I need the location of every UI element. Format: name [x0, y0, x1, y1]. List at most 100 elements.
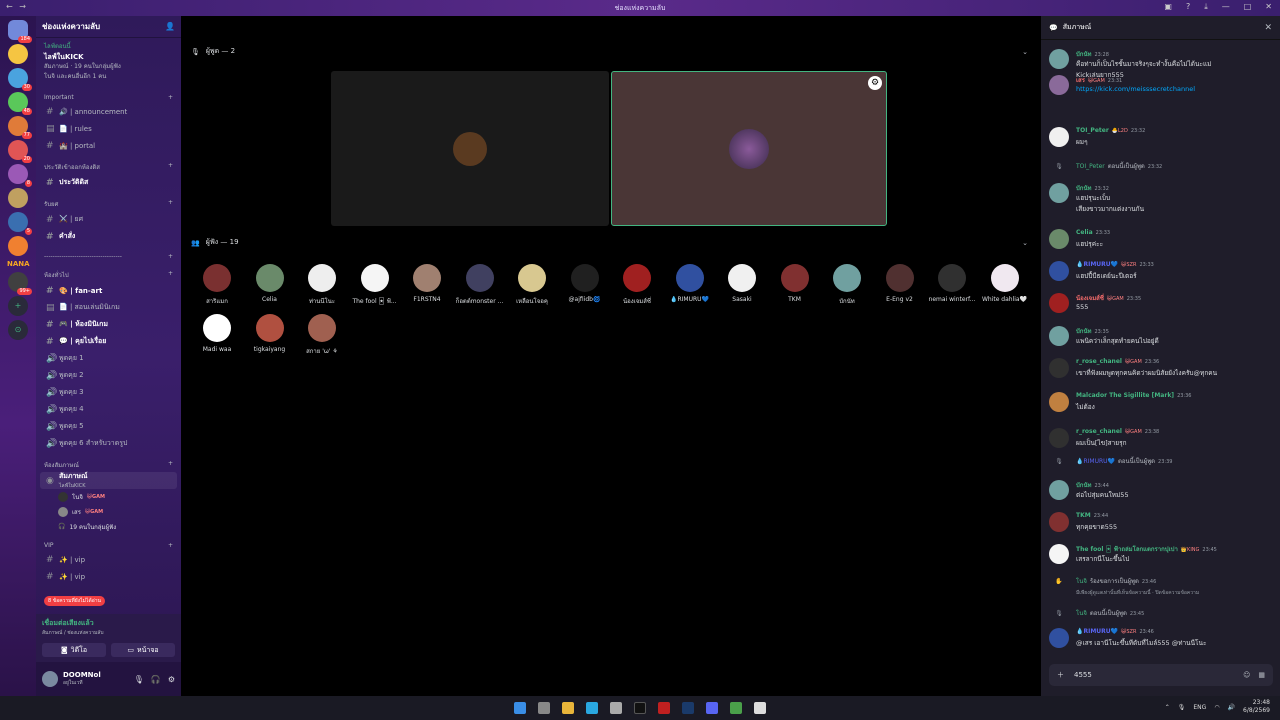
audience-member[interactable]: น้องเจมส์ซี่ [611, 264, 663, 306]
channel-item[interactable]: 🔊 พูดคุย 4 [36, 401, 181, 418]
plus-icon[interactable]: + [168, 94, 173, 101]
avatar[interactable] [1049, 261, 1069, 281]
author-name[interactable]: The fool 🃏 ฟ้าถล่มโลกแตกรากปุเปา [1076, 546, 1178, 553]
gear-icon[interactable]: ⚙ [868, 76, 882, 90]
screen-share-button[interactable]: ▭ หน้าจอ [111, 643, 175, 657]
unread-pill[interactable]: 8 ข้อความที่ยังไม่ได้อ่าน [44, 596, 105, 606]
audience-member[interactable]: บักนัท [821, 264, 873, 306]
avatar[interactable] [1049, 512, 1069, 532]
chevron-down-icon[interactable]: ⌄ [1022, 48, 1028, 56]
server-icon[interactable] [8, 44, 28, 64]
apps-icon[interactable]: ▦ [1258, 671, 1265, 679]
audience-member[interactable]: The fool 🃏 ฟ้... [349, 264, 401, 306]
server-icon[interactable]: 77 [8, 116, 32, 139]
tiktok-icon[interactable] [634, 702, 646, 714]
channel-item[interactable]: 🔊 พูดคุย 3 [36, 384, 181, 401]
search-icon[interactable] [538, 702, 550, 714]
help-icon[interactable]: ? [1186, 2, 1190, 12]
category-header[interactable]: Important + [36, 86, 181, 103]
server-icon[interactable]: 184 [8, 20, 32, 43]
plus-icon[interactable]: + [168, 253, 173, 260]
author-name[interactable]: น้องเจมส์ซี่ [1076, 295, 1104, 302]
mic-icon[interactable]: 🎙 [1178, 704, 1186, 711]
category-vip[interactable]: VIP + [36, 534, 181, 551]
volume-icon[interactable]: 🔊 [1228, 704, 1235, 711]
clock[interactable]: 23:48 6/8/2569 [1243, 699, 1270, 715]
inbox-icon[interactable]: ▣ [1164, 2, 1172, 12]
maximize-icon[interactable]: □ [1244, 2, 1252, 12]
mic-icon[interactable]: 🎙 [134, 675, 144, 684]
channel-item[interactable]: # ✨ | vip [36, 551, 181, 568]
channel-item[interactable]: 🔊 พูดคุย 6 สำหรับวาดรูป [36, 435, 181, 452]
author-name[interactable]: บักนัท [1076, 51, 1092, 58]
author-name[interactable]: r_rose_chanel [1076, 358, 1122, 365]
audience-member[interactable]: White dahlia🤍 [979, 264, 1031, 303]
author-name[interactable]: บักนัท [1076, 482, 1092, 489]
add-member-icon[interactable]: 👤 [165, 22, 175, 31]
audience-member[interactable]: nemai winterf... [926, 264, 978, 303]
audience-member[interactable]: Sasaki [716, 264, 768, 303]
chat-input[interactable]: ＋ 4555 ☺ ▦ [1049, 664, 1273, 686]
close-icon[interactable]: ✕ [1264, 23, 1272, 33]
author-name[interactable]: 💧RIMURU💙 [1076, 628, 1118, 635]
author-name[interactable]: TOI_Peter [1076, 127, 1109, 134]
plus-icon[interactable]: + [168, 270, 173, 280]
discord-icon[interactable] [706, 702, 718, 714]
category-header[interactable]: ประวัติเข้าออกห้องดิส + [36, 154, 181, 174]
author-name[interactable]: โนจิ [1076, 578, 1087, 585]
avatar[interactable] [42, 671, 58, 687]
listeners-line[interactable]: 🎧 19 คนในกลุ่มผู้ฟัง [36, 519, 181, 534]
lang-indicator[interactable]: ENG [1193, 704, 1206, 711]
channel-item[interactable]: # ⚔️ | ยศ [36, 211, 181, 228]
add-server-icon[interactable]: + [8, 296, 28, 316]
app-icon[interactable] [658, 702, 670, 714]
server-icon[interactable]: 8 [8, 164, 32, 187]
audience-member[interactable]: Celia [244, 264, 296, 303]
author-name[interactable]: Celia [1076, 229, 1093, 236]
server-icon[interactable] [8, 236, 28, 256]
avatar[interactable] [1049, 183, 1069, 203]
emoji-icon[interactable]: ☺ [1243, 671, 1250, 679]
photoshop-icon[interactable] [682, 702, 694, 714]
audience-member[interactable]: 💧RIMURU💙 [664, 264, 716, 303]
author-name[interactable]: บักนัท [1076, 328, 1092, 335]
audience-member[interactable]: สกาย 'ω' ⚘ [296, 314, 348, 356]
channel-item[interactable]: ▤ 📄 | สอนเล่นมินิเกม [36, 299, 181, 316]
channel-item[interactable]: # 🎨 | fan-art [36, 282, 181, 299]
channel-item[interactable]: # 🔊 | announcement [36, 103, 181, 120]
chevron-up-icon[interactable]: ⌃ [1165, 704, 1170, 711]
audience-member[interactable]: เหลือนโจอคุ [506, 264, 558, 306]
plus-icon[interactable]: ＋ [1057, 670, 1064, 680]
channel-item[interactable]: 🔊 พูดคุย 1 [36, 350, 181, 367]
category-header[interactable]: รับยศ + [36, 191, 181, 211]
category-header[interactable]: ------------------------------------ + [36, 245, 181, 262]
minimize-icon[interactable]: — [1222, 2, 1230, 12]
avatar[interactable] [1049, 49, 1069, 69]
speaker-tile-active[interactable]: ⚙ [611, 71, 887, 226]
audience-member[interactable]: F1RSTN4 [401, 264, 453, 303]
server-icon[interactable]: 20 [8, 140, 32, 163]
category-interview[interactable]: ห้องสัมภาษณ์ + [36, 452, 181, 472]
category-header[interactable]: ห้องทั่วไป + [36, 262, 181, 282]
channel-item[interactable]: 🔊 พูดคุย 5 [36, 418, 181, 435]
server-header[interactable]: ช่องแห่งความลับ 👤 [36, 16, 181, 38]
voice-user[interactable]: โนจิ 😺GAM [36, 489, 181, 504]
audience-member[interactable]: TKM [769, 264, 821, 303]
server-logo-text[interactable]: NANA [7, 260, 30, 268]
app-icon[interactable] [730, 702, 742, 714]
avatar[interactable] [1049, 75, 1069, 95]
avatar[interactable] [1049, 392, 1069, 412]
audience-member[interactable]: ก็อตต์monster ... [454, 264, 506, 306]
headset-icon[interactable]: 🎧 [151, 675, 161, 684]
window-controls[interactable]: ▣ ? ⤓ — □ ✕ [1164, 2, 1272, 12]
author-name[interactable]: TOI_Peter [1076, 163, 1105, 170]
server-icon[interactable] [8, 188, 28, 208]
audience-member[interactable]: สาริแมก [191, 264, 243, 306]
app-icon[interactable] [754, 702, 766, 714]
avatar[interactable] [1049, 480, 1069, 500]
avatar[interactable] [1049, 628, 1069, 648]
author-name[interactable]: 💧RIMURU💙 [1076, 261, 1118, 268]
video-button[interactable]: ◙ วิดีโอ [42, 643, 106, 657]
author-name[interactable]: r_rose_chanel [1076, 428, 1122, 435]
message-text[interactable]: https://kick.com/meisssecretchannel [1076, 85, 1195, 93]
